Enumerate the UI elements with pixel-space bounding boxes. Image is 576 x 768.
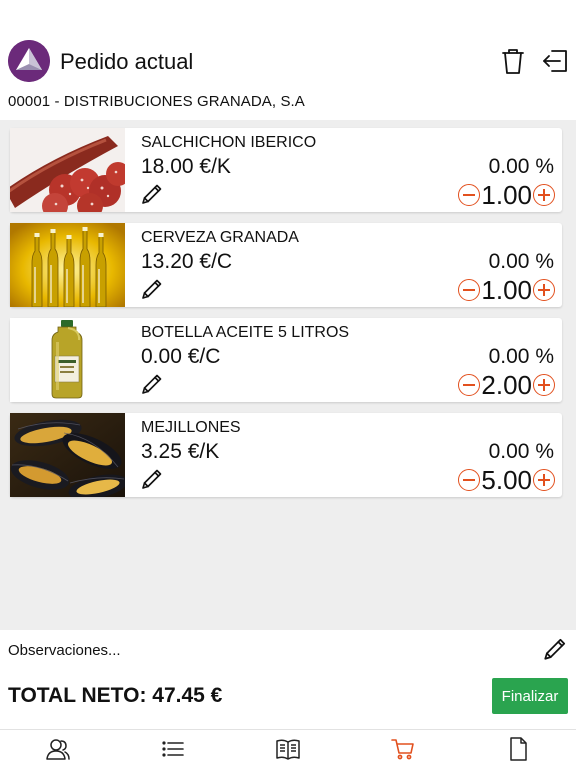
app-logo	[8, 40, 50, 82]
logout-icon[interactable]	[540, 46, 570, 76]
product-discount: 0.00 %	[488, 345, 554, 368]
product-discount: 0.00 %	[488, 250, 554, 273]
product-name: MEJILLONES	[141, 419, 241, 436]
header: Pedido actual 00001 - DISTRIBUCIONES GRA…	[0, 0, 576, 120]
quantity-value: 1.00	[481, 275, 532, 305]
tab-catalog[interactable]	[230, 730, 345, 768]
quantity-stepper[interactable]: 5.00	[458, 465, 555, 495]
page-title: Pedido actual	[60, 49, 194, 74]
order-line[interactable]: SALCHICHON IBERICO 18.00 €/K 0.00 % 1.00	[10, 128, 562, 212]
product-price: 13.20 €/C	[141, 250, 233, 273]
document-icon	[510, 737, 528, 761]
quantity-stepper[interactable]: 2.00	[458, 370, 555, 400]
product-price: 3.25 €/K	[141, 440, 220, 463]
pencil-icon[interactable]	[140, 277, 164, 301]
decrease-quantity-button[interactable]	[458, 374, 481, 396]
mussels-image	[10, 413, 125, 497]
product-discount: 0.00 %	[488, 440, 554, 463]
pencil-icon[interactable]	[140, 467, 164, 491]
pencil-icon[interactable]	[140, 182, 164, 206]
customers-icon	[45, 739, 70, 760]
cart-icon	[391, 739, 415, 760]
order-line[interactable]: BOTELLA ACEITE 5 LITROS 0.00 €/C 0.00 % …	[10, 318, 562, 402]
list-icon	[162, 741, 184, 757]
catalog-icon	[276, 739, 300, 760]
quantity-stepper[interactable]: 1.00	[458, 275, 555, 305]
customer-label: 00001 - DISTRIBUCIONES GRANADA, S.A	[8, 93, 305, 110]
product-name: SALCHICHON IBERICO	[141, 134, 317, 151]
decrease-quantity-button[interactable]	[458, 184, 481, 206]
finish-button[interactable]: Finalizar	[492, 678, 568, 714]
product-price: 0.00 €/C	[141, 345, 221, 368]
tab-cart[interactable]	[346, 730, 461, 768]
tab-list[interactable]	[115, 730, 230, 768]
increase-quantity-button[interactable]	[533, 374, 555, 396]
order-lines-list[interactable]: SALCHICHON IBERICO 18.00 €/K 0.00 % 1.00	[0, 120, 576, 630]
quantity-value: 2.00	[481, 370, 532, 400]
product-name: BOTELLA ACEITE 5 LITROS	[141, 324, 350, 341]
increase-quantity-button[interactable]	[533, 184, 555, 206]
tab-document[interactable]	[461, 730, 576, 768]
decrease-quantity-button[interactable]	[458, 279, 481, 301]
observations-field[interactable]: Observaciones...	[0, 630, 576, 672]
oil-bottle-image	[10, 318, 125, 402]
pencil-icon[interactable]	[140, 372, 164, 396]
product-name: CERVEZA GRANADA	[141, 229, 299, 246]
tab-customers[interactable]	[0, 730, 115, 768]
pencil-icon[interactable]	[542, 636, 568, 662]
order-line[interactable]: CERVEZA GRANADA 13.20 €/C 0.00 % 1.00	[10, 223, 562, 307]
trash-icon[interactable]	[498, 46, 528, 76]
total-net: TOTAL NETO: 47.45 €	[8, 684, 223, 707]
product-price: 18.00 €/K	[141, 155, 231, 178]
quantity-value: 5.00	[481, 465, 532, 495]
salchichon-image	[10, 128, 125, 212]
beer-bottles-image	[10, 223, 125, 307]
order-line[interactable]: MEJILLONES 3.25 €/K 0.00 % 5.00	[10, 413, 562, 497]
increase-quantity-button[interactable]	[533, 279, 555, 301]
quantity-stepper[interactable]: 1.00	[458, 180, 555, 210]
product-discount: 0.00 %	[488, 155, 554, 178]
tab-bar	[0, 729, 576, 768]
quantity-value: 1.00	[481, 180, 532, 210]
decrease-quantity-button[interactable]	[458, 469, 481, 491]
increase-quantity-button[interactable]	[533, 469, 555, 491]
observations-placeholder: Observaciones...	[8, 642, 121, 659]
